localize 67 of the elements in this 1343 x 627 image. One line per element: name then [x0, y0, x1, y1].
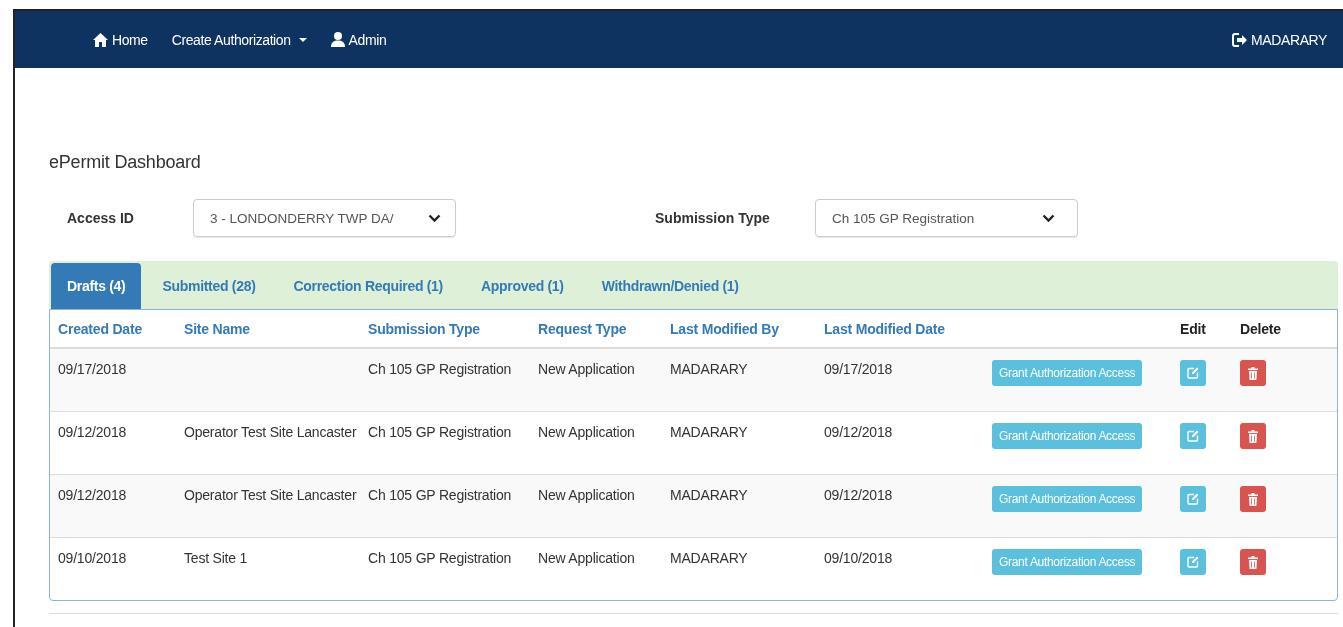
column-header[interactable]: Created Date	[58, 320, 184, 337]
table-cell-text: Operator Test Site Lancaster	[184, 423, 358, 442]
table-cell-text: Ch 105 GP Registration	[368, 360, 513, 379]
trash-icon	[1248, 555, 1258, 569]
field-label: Submission Type	[655, 209, 771, 226]
table-cell-text: New Application	[538, 549, 636, 568]
home-icon	[93, 32, 108, 47]
delete-button[interactable]	[1240, 486, 1266, 512]
column-header[interactable]: Last Modified By	[670, 320, 824, 337]
table-cell-text: 09/12/2018	[824, 423, 894, 442]
table-cell-text: Test Site 1	[184, 549, 249, 568]
table-cell-text: Ch 105 GP Registration	[368, 486, 513, 505]
logout-icon	[1232, 32, 1249, 47]
chevron-down-icon	[1042, 213, 1055, 223]
table-cell-text: 09/17/2018	[824, 360, 894, 379]
user-icon	[330, 32, 345, 47]
table-cell-text: MADARARY	[670, 423, 749, 442]
table-cell-text: New Application	[538, 360, 636, 379]
table-cell-text: 09/12/2018	[58, 486, 128, 505]
edit-icon	[1187, 493, 1199, 505]
table-cell-text: 09/17/2018	[58, 360, 128, 379]
delete-button[interactable]	[1240, 423, 1266, 449]
table-cell-text: MADARARY	[670, 549, 749, 568]
column-header: Edit	[1180, 320, 1207, 337]
table-cell-text: 09/10/2018	[58, 549, 128, 568]
edit-button[interactable]	[1180, 360, 1206, 386]
tab[interactable]: Correction Required (1)	[272, 263, 460, 309]
nav-link[interactable]: Create Authorization	[159, 19, 319, 60]
edit-icon	[1187, 430, 1199, 442]
column-header[interactable]: Submission Type	[368, 320, 538, 337]
column-header[interactable]: Site Name	[184, 320, 368, 337]
column-header: Delete	[1240, 320, 1282, 337]
table-cell-text: 09/12/2018	[58, 423, 128, 442]
tab[interactable]: Approved (1)	[459, 263, 581, 309]
table-cell-text: Operator Test Site Lancaster	[184, 486, 358, 505]
table-cell-text: New Application	[538, 423, 636, 442]
table-cell-text: MADARARY	[670, 486, 749, 505]
nav-link[interactable]: Admin	[318, 19, 399, 60]
column-header[interactable]: Last Modified Date	[824, 320, 992, 337]
table-cell-text: 09/12/2018	[824, 486, 894, 505]
delete-button[interactable]	[1240, 360, 1266, 386]
column-header[interactable]: Request Type	[538, 320, 670, 337]
chevron-down-icon	[428, 213, 441, 223]
caret-icon	[298, 37, 307, 42]
table-cell-text: Ch 105 GP Registration	[368, 549, 513, 568]
trash-icon	[1248, 429, 1258, 443]
edit-button[interactable]	[1180, 486, 1206, 512]
tab[interactable]: Withdrawn/Denied (1)	[580, 263, 756, 309]
table-cell-text: 09/10/2018	[824, 549, 894, 568]
nav-link[interactable]: Home	[81, 19, 160, 60]
tab[interactable]: Submitted (28)	[141, 263, 273, 309]
table-cell-text: Ch 105 GP Registration	[368, 423, 513, 442]
dropdown-field[interactable]: Ch 105 GP Registration	[815, 199, 1078, 237]
table-cell-text: New Application	[538, 486, 636, 505]
trash-icon	[1248, 366, 1258, 380]
edit-icon	[1187, 367, 1199, 379]
table-cell-text: MADARARY	[670, 360, 749, 379]
edit-icon	[1187, 556, 1199, 568]
tab[interactable]: Drafts (4)	[51, 263, 142, 309]
edit-button[interactable]	[1180, 549, 1206, 575]
edit-button[interactable]	[1180, 423, 1206, 449]
delete-button[interactable]	[1240, 549, 1266, 575]
field-label: Access ID	[67, 209, 135, 226]
dropdown-field[interactable]: 3 - LONDONDERRY TWP DA/	[193, 199, 456, 237]
logout-link[interactable]: MADARARY	[1232, 31, 1327, 48]
page-title: ePermit Dashboard	[49, 152, 201, 173]
trash-icon	[1248, 492, 1258, 506]
